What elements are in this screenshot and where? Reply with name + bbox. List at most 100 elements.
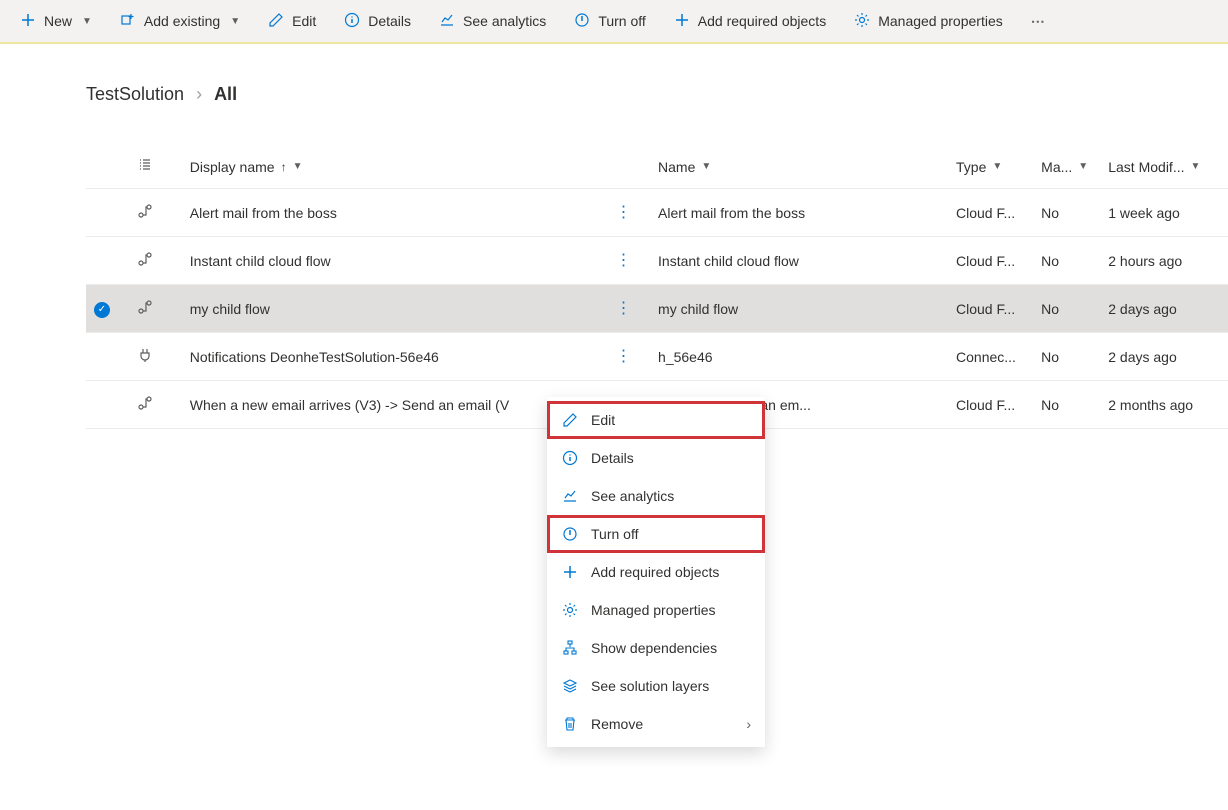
context-menu: Edit Details See analytics Turn off Add … (547, 397, 765, 747)
type-cell: Cloud F... (948, 189, 1033, 237)
display-name-cell[interactable]: my child flow (182, 285, 608, 333)
add-existing-button[interactable]: Add existing ▼ (108, 6, 252, 37)
edit-button[interactable]: Edit (256, 6, 328, 37)
menu-show-dependencies[interactable]: Show dependencies (547, 629, 765, 667)
chevron-down-icon: ▼ (701, 161, 711, 172)
power-icon (561, 525, 579, 543)
row-select-cell[interactable] (86, 381, 129, 429)
chevron-right-icon: › (746, 716, 751, 732)
overflow-button[interactable]: ⋯ (1019, 7, 1059, 36)
new-button[interactable]: New ▼ (8, 6, 104, 37)
name-cell: Instant child cloud flow (650, 237, 948, 285)
chevron-down-icon: ▼ (230, 16, 240, 27)
table-row[interactable]: ✓my child flow⋮my child flowCloud F...No… (86, 285, 1228, 333)
managed-cell: No (1033, 237, 1100, 285)
chart-icon (561, 487, 579, 505)
modified-cell: 2 months ago (1100, 381, 1228, 429)
row-type-icon (129, 285, 182, 333)
add-required-label: Add required objects (698, 13, 826, 29)
menu-remove[interactable]: Remove › (547, 705, 765, 743)
row-type-icon (129, 237, 182, 285)
row-type-icon (129, 333, 182, 381)
new-label: New (44, 13, 72, 29)
more-horizontal-icon: ⋯ (1031, 13, 1047, 30)
trash-icon (561, 715, 579, 733)
edit-label: Edit (292, 13, 316, 29)
menu-see-analytics[interactable]: See analytics (547, 477, 765, 515)
power-icon (574, 12, 590, 31)
add-existing-icon (120, 12, 136, 31)
menu-edit[interactable]: Edit (547, 401, 765, 439)
details-label: Details (368, 13, 411, 29)
layers-icon (561, 677, 579, 695)
display-name-cell[interactable]: When a new email arrives (V3) -> Send an… (182, 381, 608, 429)
row-more-button[interactable]: ⋮ (607, 333, 650, 381)
display-name-cell[interactable]: Notifications DeonheTestSolution-56e46 (182, 333, 608, 381)
menu-turn-off[interactable]: Turn off (547, 515, 765, 553)
type-cell: Cloud F... (948, 237, 1033, 285)
menu-dependencies-label: Show dependencies (591, 640, 717, 656)
menu-analytics-label: See analytics (591, 488, 674, 504)
menu-managed-label: Managed properties (591, 602, 716, 618)
sort-up-icon: ↑ (281, 160, 287, 174)
column-managed[interactable]: Ma... ▼ (1033, 145, 1100, 189)
chevron-down-icon: ▼ (992, 161, 1002, 172)
pencil-icon (561, 411, 579, 429)
menu-details[interactable]: Details (547, 439, 765, 477)
managed-cell: No (1033, 189, 1100, 237)
info-icon (344, 12, 360, 31)
column-display-name[interactable]: Display name ↑ ▼ (182, 145, 608, 189)
row-more-button[interactable]: ⋮ (607, 189, 650, 237)
more-vertical-icon: ⋮ (615, 252, 632, 269)
managed-properties-button[interactable]: Managed properties (842, 6, 1015, 37)
menu-managed-properties[interactable]: Managed properties (547, 591, 765, 629)
modified-cell: 2 days ago (1100, 333, 1228, 381)
checkmark-icon: ✓ (94, 302, 110, 318)
menu-add-required-label: Add required objects (591, 564, 719, 580)
menu-remove-label: Remove (591, 716, 643, 732)
breadcrumb: TestSolution › All (86, 84, 1228, 105)
row-type-icon (129, 189, 182, 237)
row-more-button[interactable]: ⋮ (607, 285, 650, 333)
name-cell: my child flow (650, 285, 948, 333)
column-name[interactable]: Name ▼ (650, 145, 948, 189)
turn-off-button[interactable]: Turn off (562, 6, 657, 37)
row-select-cell[interactable] (86, 237, 129, 285)
modified-cell: 1 week ago (1100, 189, 1228, 237)
plus-icon (561, 563, 579, 581)
see-analytics-button[interactable]: See analytics (427, 6, 558, 37)
row-select-cell[interactable] (86, 333, 129, 381)
menu-turn-off-label: Turn off (591, 526, 638, 542)
menu-solution-layers[interactable]: See solution layers (547, 667, 765, 705)
plus-icon (20, 12, 36, 31)
display-name-cell[interactable]: Alert mail from the boss (182, 189, 608, 237)
row-more-button[interactable]: ⋮ (607, 237, 650, 285)
turn-off-label: Turn off (598, 13, 645, 29)
column-format[interactable] (129, 145, 182, 189)
managed-cell: No (1033, 285, 1100, 333)
display-name-cell[interactable]: Instant child cloud flow (182, 237, 608, 285)
table-row[interactable]: Alert mail from the boss⋮Alert mail from… (86, 189, 1228, 237)
column-select[interactable] (86, 145, 129, 189)
row-select-cell[interactable]: ✓ (86, 285, 129, 333)
type-cell: Connec... (948, 333, 1033, 381)
column-last-modified[interactable]: Last Modif... ▼ (1100, 145, 1228, 189)
list-icon (137, 157, 153, 173)
info-icon (561, 449, 579, 467)
managed-cell: No (1033, 381, 1100, 429)
main-content: TestSolution › All Display name ↑ ▼ Name… (0, 44, 1228, 429)
table-row[interactable]: Instant child cloud flow ⋮ Instant child c… (86, 237, 1228, 285)
menu-add-required[interactable]: Add required objects (547, 553, 765, 591)
see-analytics-label: See analytics (463, 13, 546, 29)
add-required-button[interactable]: Add required objects (662, 6, 838, 37)
solution-table: Display name ↑ ▼ Name ▼ Type ▼ Ma... ▼ L… (86, 145, 1228, 429)
breadcrumb-separator: › (196, 84, 202, 105)
managed-properties-label: Managed properties (878, 13, 1003, 29)
row-select-cell[interactable] (86, 189, 129, 237)
details-button[interactable]: Details (332, 6, 423, 37)
breadcrumb-parent[interactable]: TestSolution (86, 84, 184, 105)
table-row[interactable]: Notifications DeonheTestSolution-56e46⋮h… (86, 333, 1228, 381)
column-type[interactable]: Type ▼ (948, 145, 1033, 189)
plus-icon (674, 12, 690, 31)
more-vertical-icon: ⋮ (615, 300, 632, 317)
